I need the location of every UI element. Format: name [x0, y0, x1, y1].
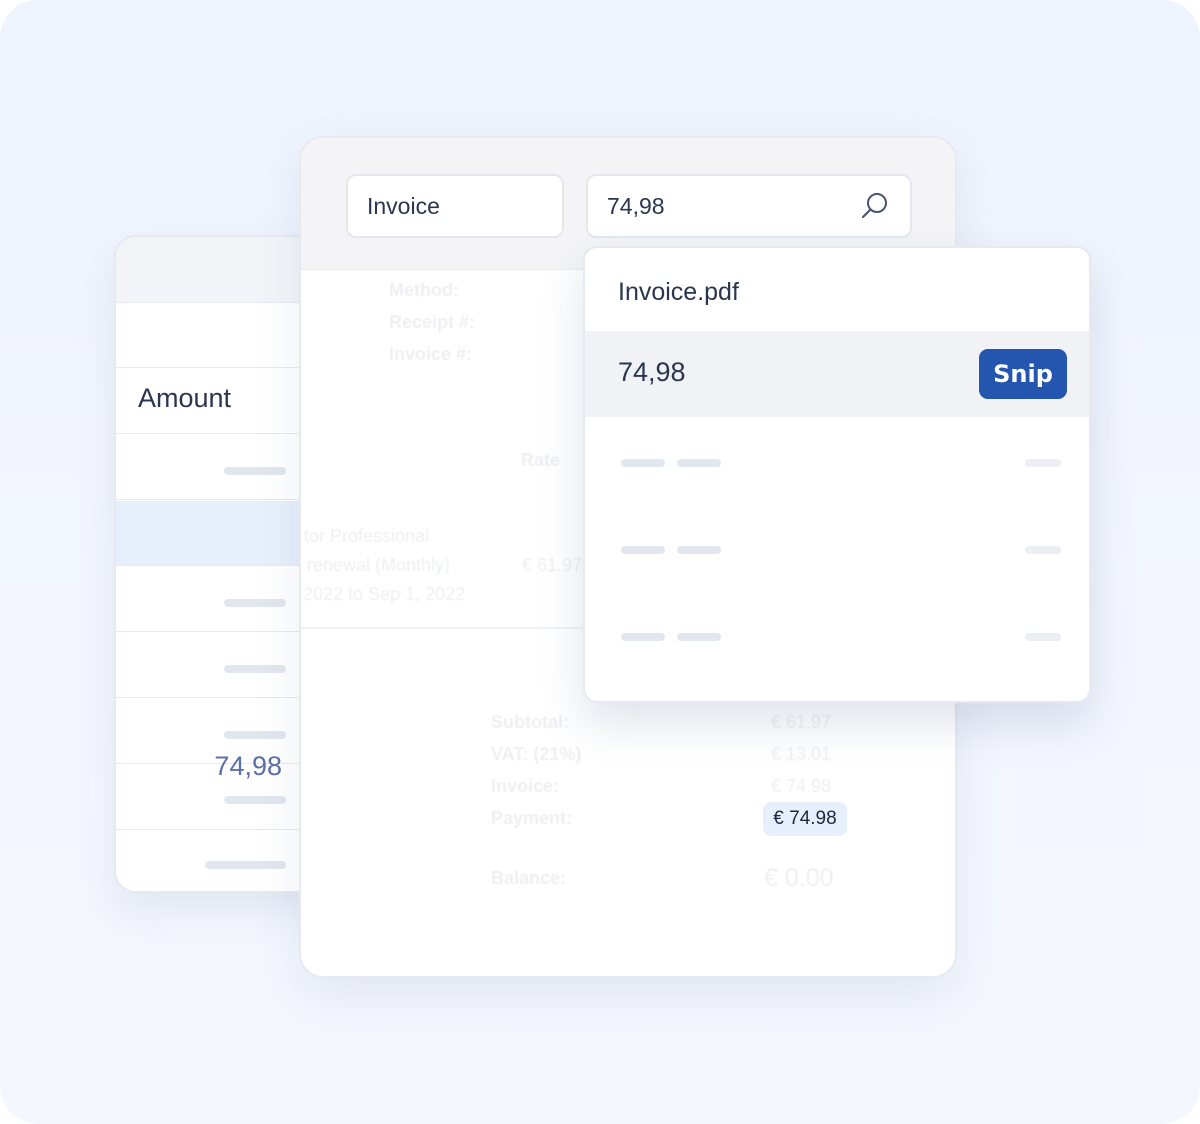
- placeholder-bar: [205, 861, 286, 869]
- placeholder-bar: [224, 731, 286, 739]
- search-icon[interactable]: [860, 191, 890, 221]
- subtotal-value: € 61.97: [771, 712, 832, 732]
- result-match-row[interactable]: 74,98 Snip: [585, 331, 1089, 417]
- invoice-total-value: € 74.98: [771, 776, 832, 796]
- receipt-label: Receipt #:: [389, 312, 476, 332]
- placeholder-bar: [224, 467, 286, 475]
- payment-label: Payment:: [491, 808, 573, 828]
- subtotal-label: Subtotal:: [491, 712, 569, 732]
- highlighted-amount-value: 74,98: [214, 751, 282, 781]
- placeholder-bar: [621, 633, 665, 641]
- placeholder-bar: [224, 796, 286, 804]
- vat-value: € 13.01: [771, 744, 832, 764]
- placeholder-bar: [1025, 546, 1061, 554]
- balance-value: € 0.00: [764, 864, 834, 892]
- vat-label: VAT: (21%): [491, 744, 582, 764]
- document-type-value: Invoice: [367, 192, 440, 219]
- amount-search-input[interactable]: 74,98: [586, 174, 912, 238]
- document-type-field[interactable]: Invoice: [346, 174, 564, 238]
- search-results-dropdown: Invoice.pdf 74,98 Snip: [583, 246, 1091, 703]
- result-file-name[interactable]: Invoice.pdf: [618, 278, 739, 307]
- placeholder-bar: [1025, 633, 1061, 641]
- placeholder-bar: [224, 665, 286, 673]
- line-item-period: 2022 to Sep 1, 2022: [303, 584, 466, 604]
- result-match-value: 74,98: [618, 357, 686, 387]
- payment-value-highlight: € 74.98: [763, 802, 847, 836]
- balance-label: Balance:: [491, 868, 567, 888]
- placeholder-bar: [677, 459, 721, 467]
- placeholder-bar: [224, 599, 286, 607]
- line-item-rate: € 61.97: [522, 555, 583, 575]
- line-item-description: tor Professional: [304, 526, 430, 546]
- invoice-number-label: Invoice #:: [389, 344, 473, 364]
- illustration-background: Amount 74,98 Invoice 74,98 Method: Recei…: [0, 0, 1200, 1124]
- placeholder-bar: [677, 546, 721, 554]
- snip-button[interactable]: Snip: [979, 349, 1067, 399]
- rate-column-header: Rate: [521, 450, 561, 470]
- method-label: Method:: [389, 280, 459, 300]
- invoice-total-label: Invoice:: [491, 776, 560, 796]
- line-item-description: renewal (Monthly): [307, 555, 451, 575]
- amount-search-value: 74,98: [607, 192, 665, 219]
- placeholder-bar: [621, 459, 665, 467]
- amount-column-header: Amount: [138, 383, 232, 413]
- payment-value: € 74.98: [773, 808, 837, 829]
- placeholder-bar: [677, 633, 721, 641]
- placeholder-bar: [1025, 459, 1061, 467]
- placeholder-bar: [621, 546, 665, 554]
